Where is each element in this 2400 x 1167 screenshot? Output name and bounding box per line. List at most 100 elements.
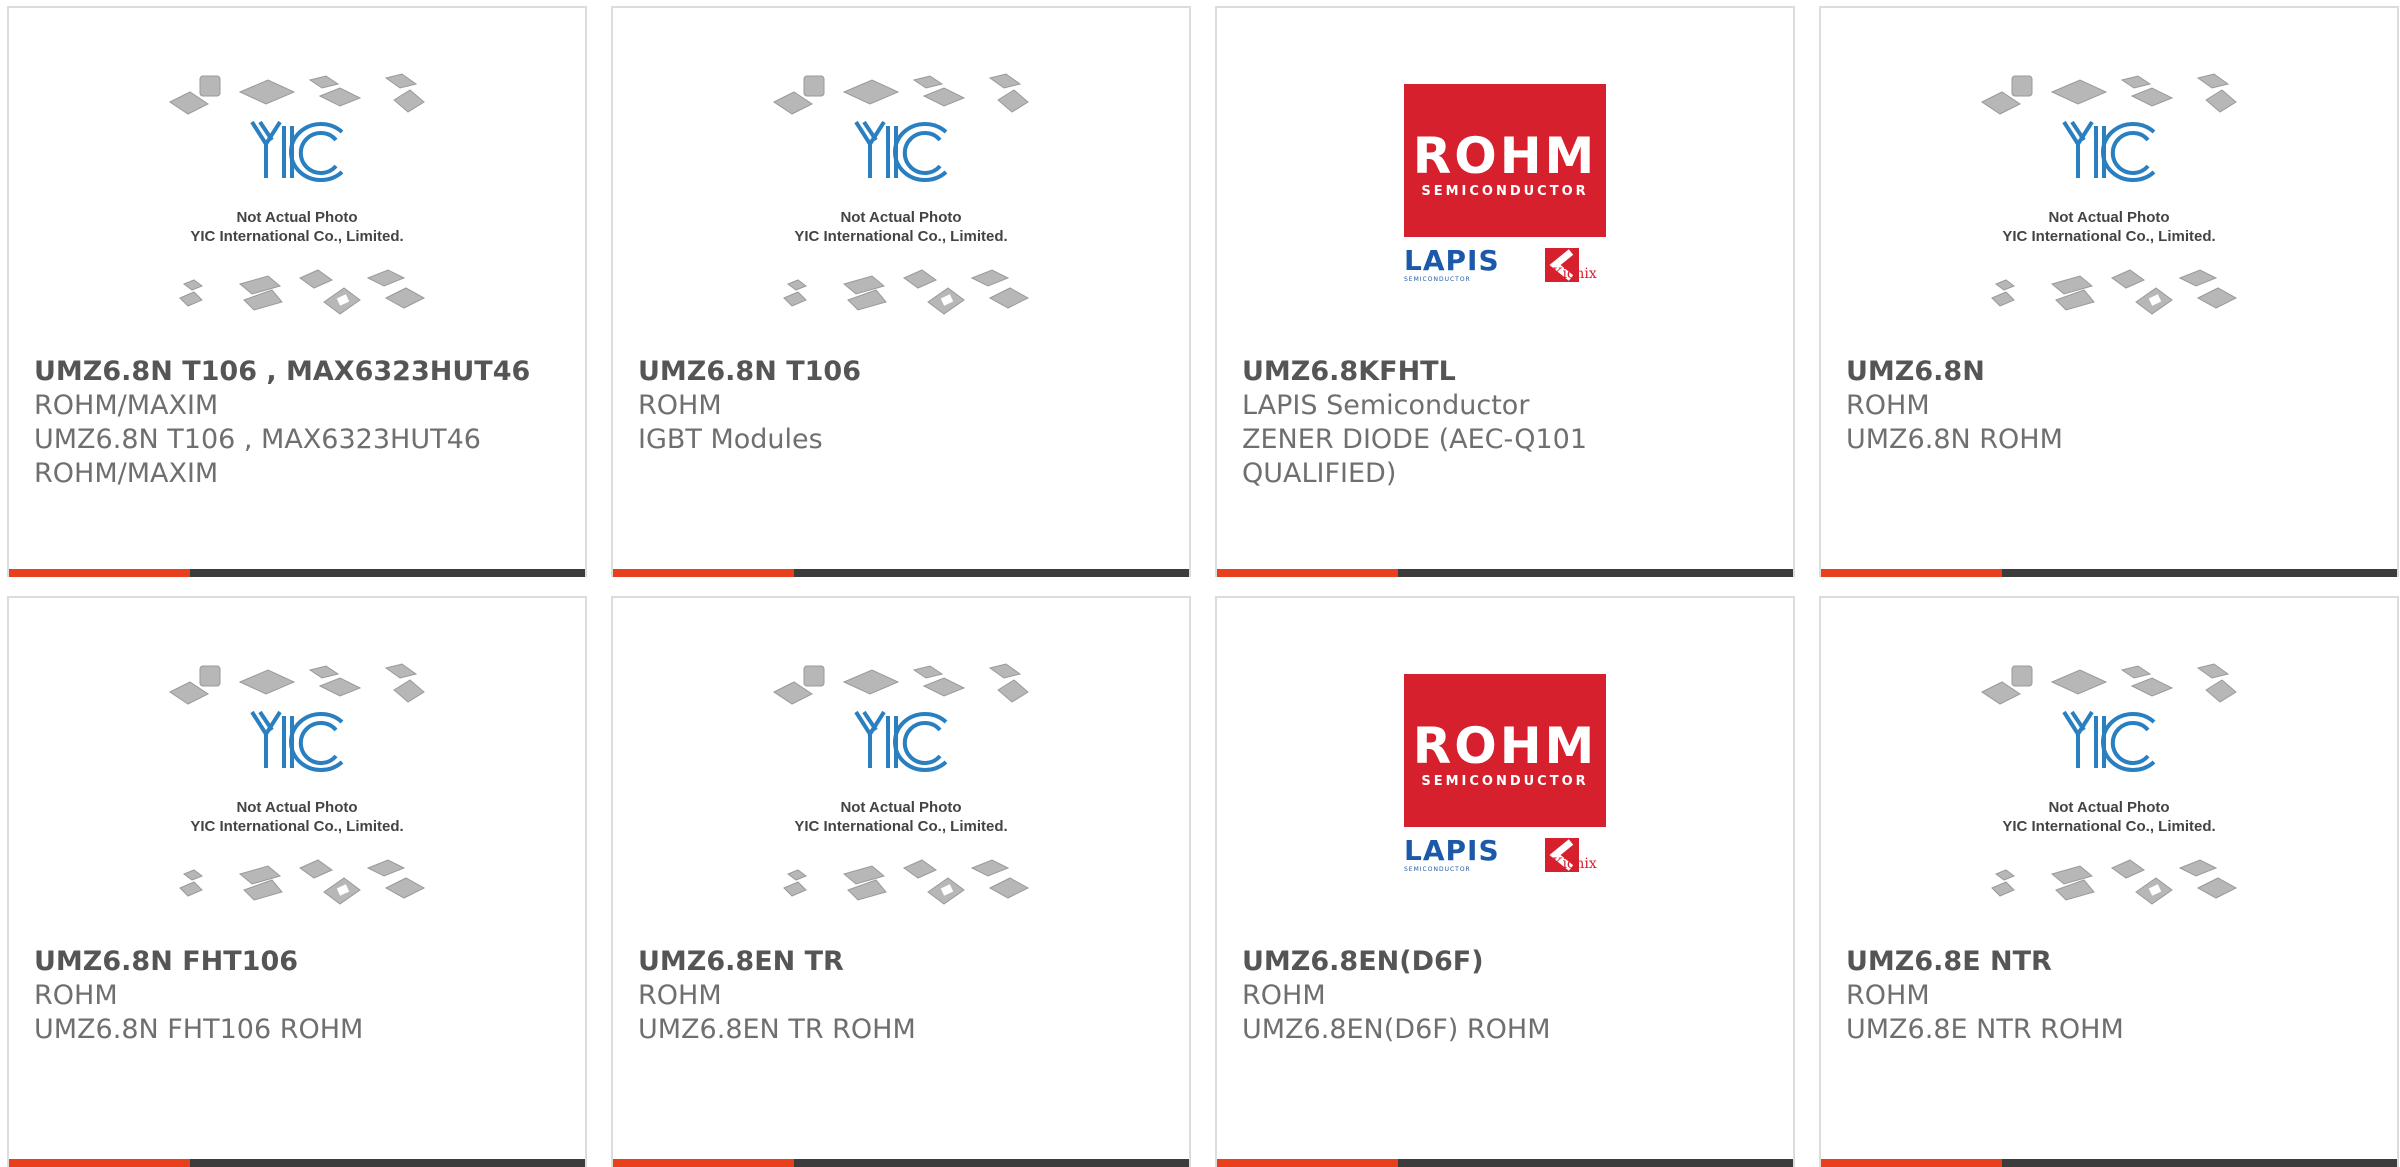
product-grid: Not Actual Photo YIC International Co., … xyxy=(0,0,2400,1167)
card-bottom-bar xyxy=(1217,1159,1793,1167)
rohm-logo: ROHM SEMICONDUCTOR xyxy=(1404,674,1606,827)
product-detail-line: ROHM xyxy=(34,980,118,1011)
product-card[interactable]: Not Actual Photo YIC International Co., … xyxy=(1819,6,2399,577)
product-detail-line: ROHM/MAXIM xyxy=(34,390,219,421)
card-bottom-bar xyxy=(613,569,1189,577)
lapis-logo: LAPIS SEMICONDUCTOR xyxy=(1404,246,1514,290)
product-card[interactable]: Not Actual Photo YIC International Co., … xyxy=(611,6,1191,577)
placeholder-caption-2: YIC International Co., Limited. xyxy=(190,818,403,835)
rohm-lapis-logo: ROHM SEMICONDUCTOR LAPIS SEMICONDUCTOR K… xyxy=(1404,674,1606,879)
rohm-logo-text: ROHM xyxy=(1412,127,1598,185)
placeholder-caption-2: YIC International Co., Limited. xyxy=(2002,818,2215,835)
product-card[interactable]: Not Actual Photo YIC International Co., … xyxy=(611,596,1191,1167)
product-title[interactable]: UMZ6.8N xyxy=(1846,355,2377,389)
product-image[interactable]: Not Actual Photo YIC International Co., … xyxy=(613,70,1189,348)
product-info: UMZ6.8N FHT106 ROHM UMZ6.8N FHT106 ROHM xyxy=(34,945,565,1047)
product-detail-line: ROHM xyxy=(1242,980,1326,1011)
product-detail-line: ROHM xyxy=(638,980,722,1011)
product-info: UMZ6.8KFHTL LAPIS Semiconductor ZENER DIOD… xyxy=(1242,355,1773,491)
product-detail-line: QUALIFIED) xyxy=(1242,458,1397,489)
lapis-logo: LAPIS SEMICONDUCTOR xyxy=(1404,836,1514,880)
rohm-lapis-logo: ROHM SEMICONDUCTOR LAPIS SEMICONDUCTOR K… xyxy=(1404,84,1606,289)
product-detail-line: ROHM xyxy=(1846,390,1930,421)
placeholder-caption-2: YIC International Co., Limited. xyxy=(190,228,403,245)
placeholder-caption-2: YIC International Co., Limited. xyxy=(794,818,1007,835)
card-accent-strip xyxy=(613,569,794,577)
product-detail-line: UMZ6.8N ROHM xyxy=(1846,424,2063,455)
card-accent-strip xyxy=(9,569,190,577)
product-image[interactable]: Not Actual Photo YIC International Co., … xyxy=(1821,660,2397,938)
placeholder-image: Not Actual Photo YIC International Co., … xyxy=(773,663,1030,905)
product-detail-line: IGBT Modules xyxy=(638,424,823,455)
card-accent-strip xyxy=(613,1159,794,1167)
product-title[interactable]: UMZ6.8N T106 xyxy=(638,355,1169,389)
kionix-logo-text: Kionix xyxy=(1552,266,1597,282)
rohm-logo-subtext: SEMICONDUCTOR xyxy=(1421,184,1589,199)
placeholder-caption-1: Not Actual Photo xyxy=(236,209,357,226)
product-image[interactable]: Not Actual Photo YIC International Co., … xyxy=(9,70,585,348)
product-detail-line: UMZ6.8E NTR ROHM xyxy=(1846,1014,2124,1045)
product-title[interactable]: UMZ6.8EN TR xyxy=(638,945,1169,979)
product-card[interactable]: Not Actual Photo YIC International Co., … xyxy=(7,6,587,577)
placeholder-caption-1: Not Actual Photo xyxy=(2048,209,2169,226)
card-accent-strip xyxy=(1821,569,2002,577)
lapis-logo-text: LAPIS xyxy=(1404,244,1500,277)
product-title[interactable]: UMZ6.8KFHTL xyxy=(1242,355,1773,389)
product-card[interactable]: Not Actual Photo YIC International Co., … xyxy=(1819,596,2399,1167)
product-detail-line: ROHM xyxy=(1846,980,1930,1011)
product-card[interactable]: ROHM SEMICONDUCTOR LAPIS SEMICONDUCTOR K… xyxy=(1215,596,1795,1167)
product-info: UMZ6.8EN TR ROHM UMZ6.8EN TR ROHM xyxy=(638,945,1169,1047)
product-info: UMZ6.8N ROHM UMZ6.8N ROHM xyxy=(1846,355,2377,457)
product-detail-line: ZENER DIODE (AEC-Q101 xyxy=(1242,424,1588,455)
card-bottom-bar xyxy=(1821,1159,2397,1167)
product-image[interactable]: ROHM SEMICONDUCTOR LAPIS SEMICONDUCTOR K… xyxy=(1217,660,1793,938)
product-title[interactable]: UMZ6.8E NTR xyxy=(1846,945,2377,979)
product-info: UMZ6.8N T106 ROHM IGBT Modules xyxy=(638,355,1169,457)
card-accent-strip xyxy=(1821,1159,2002,1167)
rohm-logo-text: ROHM xyxy=(1412,717,1598,775)
product-title[interactable]: UMZ6.8N T106 , MAX6323HUT46 xyxy=(34,355,565,389)
product-card[interactable]: ROHM SEMICONDUCTOR LAPIS SEMICONDUCTOR K… xyxy=(1215,6,1795,577)
card-bottom-bar xyxy=(1821,569,2397,577)
product-info: UMZ6.8EN(D6F) ROHM UMZ6.8EN(D6F) ROHM xyxy=(1242,945,1773,1047)
kionix-logo: Kionix xyxy=(1520,246,1606,290)
product-detail-line: ROHM xyxy=(638,390,722,421)
product-image[interactable]: Not Actual Photo YIC International Co., … xyxy=(1821,70,2397,348)
card-accent-strip xyxy=(9,1159,190,1167)
card-bottom-bar xyxy=(613,1159,1189,1167)
placeholder-image: Not Actual Photo YIC International Co., … xyxy=(773,73,1030,315)
product-detail-line: UMZ6.8N FHT106 ROHM xyxy=(34,1014,364,1045)
product-image[interactable]: ROHM SEMICONDUCTOR LAPIS SEMICONDUCTOR K… xyxy=(1217,70,1793,348)
product-detail-line: ROHM/MAXIM xyxy=(34,458,219,489)
product-detail-line: UMZ6.8N T106 , MAX6323HUT46 xyxy=(34,424,481,455)
placeholder-image: Not Actual Photo YIC International Co., … xyxy=(1981,663,2238,905)
card-bottom-bar xyxy=(9,569,585,577)
card-bottom-bar xyxy=(9,1159,585,1167)
lapis-logo-subtext: SEMICONDUCTOR xyxy=(1404,276,1471,283)
product-title[interactable]: UMZ6.8N FHT106 xyxy=(34,945,565,979)
kionix-logo: Kionix xyxy=(1520,836,1606,880)
product-info: UMZ6.8N T106 , MAX6323HUT46 ROHM/MAXIM UMZ… xyxy=(34,355,565,491)
product-image[interactable]: Not Actual Photo YIC International Co., … xyxy=(613,660,1189,938)
card-bottom-bar xyxy=(1217,569,1793,577)
placeholder-caption-2: YIC International Co., Limited. xyxy=(2002,228,2215,245)
placeholder-image: Not Actual Photo YIC International Co., … xyxy=(169,663,426,905)
placeholder-caption-1: Not Actual Photo xyxy=(840,209,961,226)
kionix-logo-text: Kionix xyxy=(1552,856,1597,872)
lapis-logo-text: LAPIS xyxy=(1404,834,1500,867)
product-detail-line: LAPIS Semiconductor xyxy=(1242,390,1530,421)
rohm-logo-subtext: SEMICONDUCTOR xyxy=(1421,774,1589,789)
product-image[interactable]: Not Actual Photo YIC International Co., … xyxy=(9,660,585,938)
product-title[interactable]: UMZ6.8EN(D6F) xyxy=(1242,945,1773,979)
product-info: UMZ6.8E NTR ROHM UMZ6.8E NTR ROHM xyxy=(1846,945,2377,1047)
placeholder-caption-1: Not Actual Photo xyxy=(840,799,961,816)
product-detail-line: UMZ6.8EN(D6F) ROHM xyxy=(1242,1014,1551,1045)
rohm-logo: ROHM SEMICONDUCTOR xyxy=(1404,84,1606,237)
card-accent-strip xyxy=(1217,569,1398,577)
placeholder-image: Not Actual Photo YIC International Co., … xyxy=(1981,73,2238,315)
placeholder-image: Not Actual Photo YIC International Co., … xyxy=(169,73,426,315)
lapis-logo-subtext: SEMICONDUCTOR xyxy=(1404,866,1471,873)
product-card[interactable]: Not Actual Photo YIC International Co., … xyxy=(7,596,587,1167)
placeholder-caption-1: Not Actual Photo xyxy=(2048,799,2169,816)
card-accent-strip xyxy=(1217,1159,1398,1167)
